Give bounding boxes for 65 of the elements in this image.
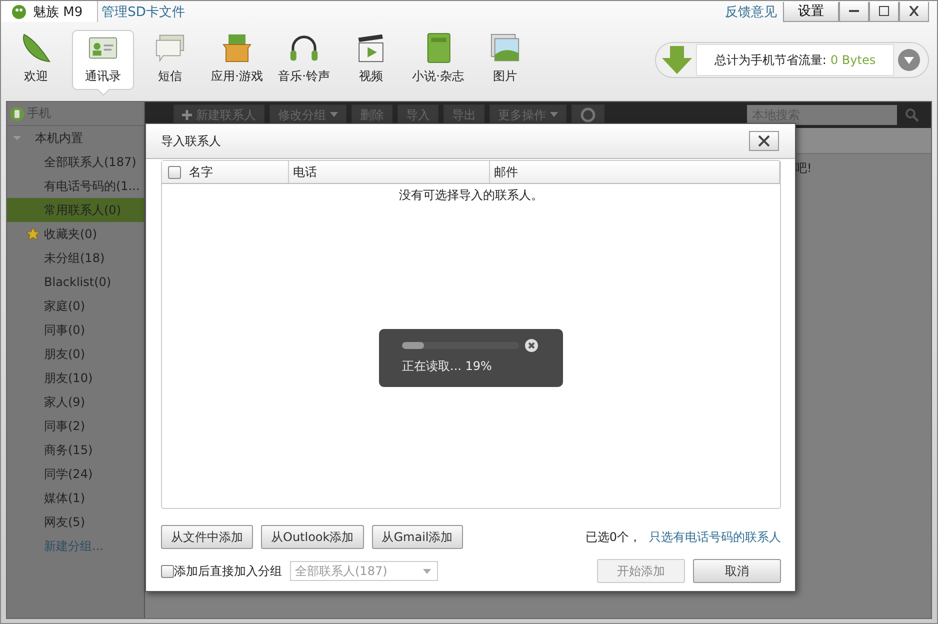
add-to-group-label: 添加后直接加入分组	[174, 562, 282, 580]
pea-logo-icon	[11, 4, 27, 20]
caret-icon	[423, 568, 431, 574]
close-button[interactable]	[899, 2, 929, 22]
minimize-button[interactable]	[839, 2, 869, 22]
sidebar-item[interactable]: 家庭(0)	[7, 294, 144, 318]
column-header[interactable]: 电话	[289, 161, 490, 183]
selected-count: 已选0个，	[585, 528, 641, 546]
phone-only-link[interactable]: 只选有电话号码的联系人	[649, 528, 781, 546]
sidebar-item[interactable]: 家人(9)	[7, 390, 144, 414]
sidebar-item[interactable]: 未分组(18)	[7, 246, 144, 270]
nav-tab[interactable]: 应用·游戏	[206, 30, 268, 90]
dialog-title: 导入联系人	[161, 132, 221, 150]
nav-tab[interactable]: 欢迎	[5, 30, 67, 90]
caret-icon	[550, 112, 558, 118]
traffic-value: 0 Bytes	[830, 53, 876, 67]
caret-icon	[330, 112, 338, 118]
sidebar-item[interactable]: 媒体(1)	[7, 486, 144, 510]
sidebar-item[interactable]: 朋友(0)	[7, 342, 144, 366]
import-source-button[interactable]: 从文件中添加	[161, 525, 253, 549]
ring-icon	[580, 107, 596, 123]
close-icon	[908, 6, 920, 16]
import-source-button[interactable]: 从Gmail添加	[372, 525, 463, 549]
device-name: 魅族 M9	[33, 4, 83, 20]
import-source-button[interactable]: 从Outlook添加	[261, 525, 364, 549]
sidebar-item[interactable]: 常用联系人(0)	[7, 198, 144, 222]
plus-icon	[182, 110, 192, 120]
new-group-link[interactable]: 新建分组...	[7, 534, 144, 558]
sidebar-item[interactable]: 网友(5)	[7, 510, 144, 534]
nav-tab[interactable]: 视频	[340, 30, 402, 90]
column-header[interactable]: 邮件	[490, 161, 780, 183]
dropdown-circle-icon[interactable]	[898, 49, 920, 71]
download-arrow-icon	[662, 46, 692, 74]
dialog-button[interactable]: 取消	[693, 559, 781, 583]
close-icon	[758, 135, 770, 147]
sidebar-item[interactable]: 有电话号码的(1...	[7, 174, 144, 198]
empty-message: 没有可选择导入的联系人。	[398, 187, 544, 204]
sidebar-item[interactable]: 商务(15)	[7, 438, 144, 462]
sidebar-item[interactable]: 同学(24)	[7, 462, 144, 486]
close-button[interactable]	[749, 131, 779, 151]
tree-group[interactable]: 本机内置	[7, 126, 144, 150]
progress-text: 正在读取... 19%	[402, 358, 493, 375]
device-tab[interactable]: 魅族 M9	[1, 1, 98, 22]
sidebar-item[interactable]: 同事(2)	[7, 414, 144, 438]
sidebar-item[interactable]: 朋友(10)	[7, 366, 144, 390]
settings-button[interactable]: 设置	[783, 2, 839, 22]
star-icon	[26, 227, 40, 241]
column-header[interactable]: 名字	[162, 161, 289, 183]
nav-tab[interactable]: 小说·杂志	[407, 30, 469, 90]
search-icon	[905, 108, 919, 122]
cancel-icon[interactable]	[525, 339, 538, 352]
sidebar-item[interactable]: 全部联系人(187)	[7, 150, 144, 174]
sd-card-link[interactable]: 管理SD卡文件	[102, 2, 185, 20]
phone-icon	[10, 106, 24, 120]
traffic-label: 总计为手机节省流量:	[714, 52, 826, 68]
nav-tab[interactable]: 短信	[139, 30, 201, 90]
maximize-icon	[878, 6, 890, 16]
sidebar-item[interactable]: 收藏夹(0)	[7, 222, 144, 246]
nav-tab[interactable]: 图片	[474, 30, 536, 90]
maximize-button[interactable]	[869, 2, 899, 22]
feedback-link[interactable]: 反馈意见	[725, 2, 777, 20]
sidebar-item[interactable]: 同事(0)	[7, 318, 144, 342]
sidebar-item[interactable]: Blacklist(0)	[7, 270, 144, 294]
select-all-checkbox[interactable]	[168, 166, 181, 178]
nav-tab[interactable]: 音乐·铃声	[273, 30, 335, 90]
